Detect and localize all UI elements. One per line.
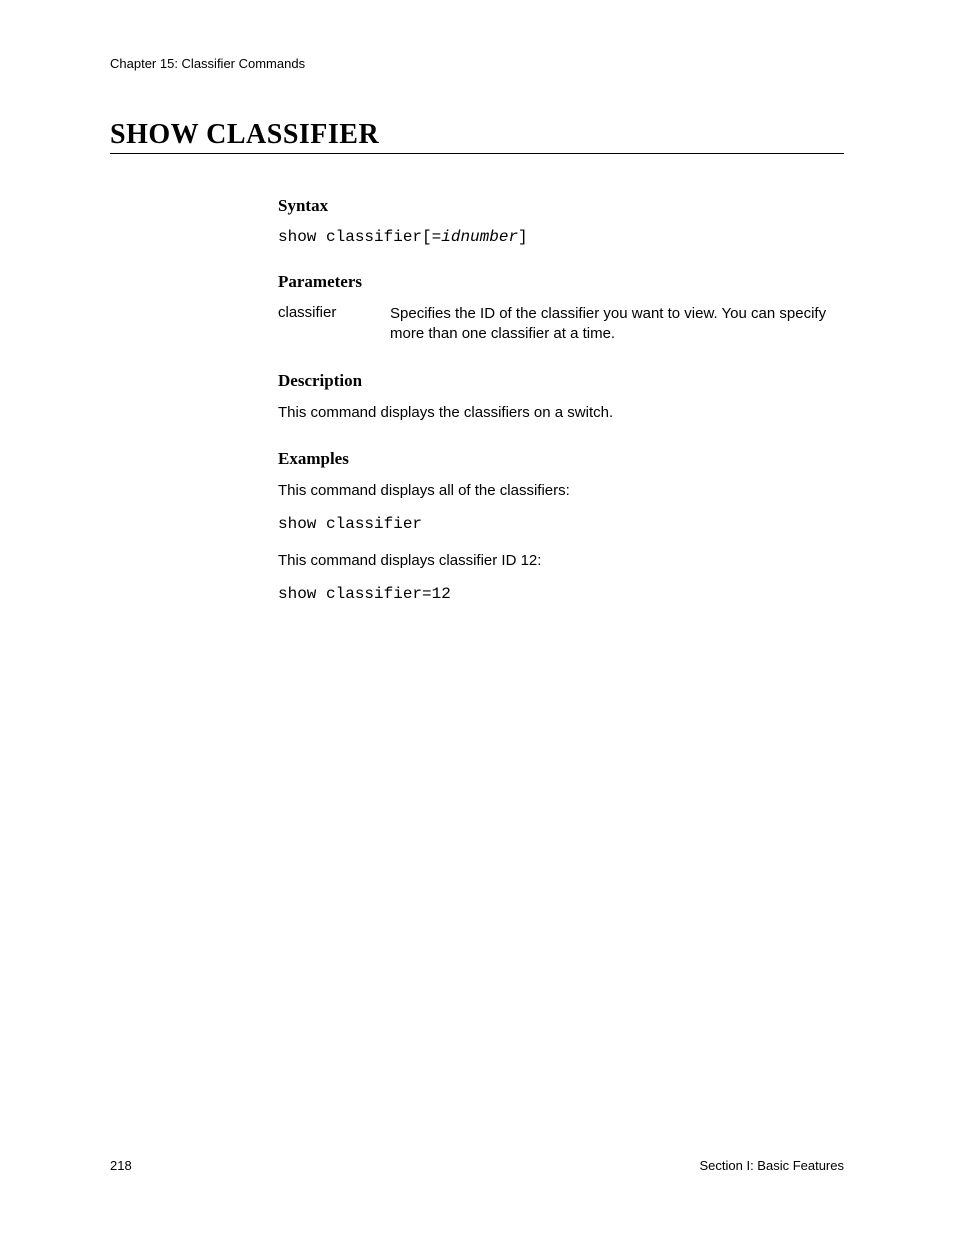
example-block: This command displays classifier ID 12: …: [278, 551, 838, 603]
content-area: Syntax show classifier[=idnumber] Parame…: [278, 196, 838, 603]
syntax-line: show classifier[=idnumber]: [278, 228, 838, 246]
section-label: Section I: Basic Features: [699, 1158, 844, 1173]
page-footer: 218 Section I: Basic Features: [110, 1158, 844, 1173]
syntax-prefix: show classifier[=: [278, 228, 441, 246]
page-title: SHOW CLASSIFIER: [110, 119, 844, 151]
description-heading: Description: [278, 371, 838, 391]
examples-heading: Examples: [278, 449, 838, 469]
parameter-row: classifier Specifies the ID of the class…: [278, 304, 838, 345]
parameter-name: classifier: [278, 304, 390, 321]
example-block: This command displays all of the classif…: [278, 481, 838, 533]
syntax-suffix: ]: [518, 228, 528, 246]
example-command: show classifier: [278, 515, 838, 533]
title-rule: SHOW CLASSIFIER: [110, 119, 844, 154]
example-text: This command displays all of the classif…: [278, 481, 838, 501]
parameter-description: Specifies the ID of the classifier you w…: [390, 304, 838, 345]
syntax-var: idnumber: [441, 228, 518, 246]
page-number: 218: [110, 1158, 132, 1173]
description-text: This command displays the classifiers on…: [278, 403, 838, 423]
example-command: show classifier=12: [278, 585, 838, 603]
parameters-heading: Parameters: [278, 272, 838, 292]
chapter-header: Chapter 15: Classifier Commands: [110, 56, 844, 71]
syntax-heading: Syntax: [278, 196, 838, 216]
example-text: This command displays classifier ID 12:: [278, 551, 838, 571]
